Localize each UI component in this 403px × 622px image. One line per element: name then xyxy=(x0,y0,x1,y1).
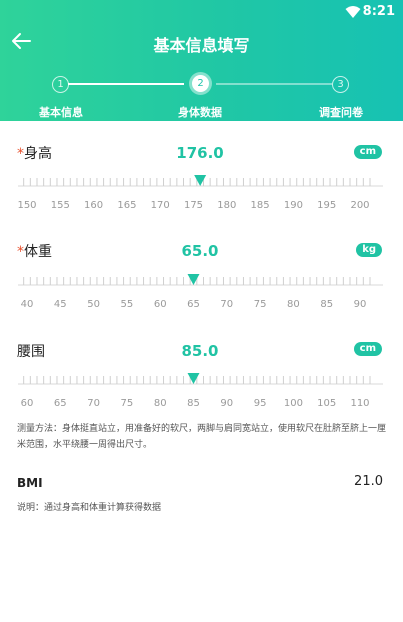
weight-ruler-label: 65 xyxy=(187,299,200,310)
height-required-star: * xyxy=(17,146,24,162)
weight-ruler-label: 70 xyxy=(220,299,233,310)
step-2-circle[interactable]: 2 xyxy=(192,75,209,92)
height-ruler-label: 200 xyxy=(350,200,369,211)
status-bar: 8:21 xyxy=(0,0,403,24)
weight-required-star: * xyxy=(17,244,24,260)
weight-ruler-label: 45 xyxy=(54,299,67,310)
waist-ruler-label: 90 xyxy=(220,398,233,409)
waist-ruler-label: 60 xyxy=(21,398,34,409)
weight-ruler-label: 50 xyxy=(87,299,100,310)
waist-value: 85.0 xyxy=(181,342,219,360)
step-1-label: 基本信息 xyxy=(39,106,83,119)
waist-ruler-label: 85 xyxy=(187,398,200,409)
weight-ruler-label: 90 xyxy=(354,299,367,310)
step-3-circle[interactable]: 3 xyxy=(332,76,349,93)
step-connector-1 xyxy=(68,83,184,85)
waist-ruler-label: 75 xyxy=(121,398,134,409)
height-ruler-label: 170 xyxy=(151,200,170,211)
step-3-label: 调查问卷 xyxy=(319,106,363,119)
height-ruler-label: 175 xyxy=(184,200,203,211)
height-ruler-label: 155 xyxy=(51,200,70,211)
status-time: 8:21 xyxy=(362,4,395,19)
waist-ruler-label: 110 xyxy=(350,398,369,409)
height-ruler-label: 185 xyxy=(251,200,270,211)
weight-ruler-label: 75 xyxy=(254,299,267,310)
weight-ruler[interactable]: 40 45 50 55 60 65 70 75 80 85 90 xyxy=(0,269,403,310)
waist-ruler-label: 70 xyxy=(87,398,100,409)
bmi-value: 21.0 xyxy=(354,474,383,489)
header-bar: 8:21 基本信息填写 1 2 3 基本信息 身体数据 调查问卷 xyxy=(0,0,403,121)
weight-unit-badge: kg xyxy=(356,243,382,257)
waist-ruler-indicator[interactable] xyxy=(187,373,200,384)
height-ruler-label: 190 xyxy=(284,200,303,211)
weight-ruler-label: 85 xyxy=(320,299,333,310)
waist-ruler-label: 65 xyxy=(54,398,67,409)
step-2-label: 身体数据 xyxy=(178,106,222,119)
weight-value: 65.0 xyxy=(181,242,219,260)
weight-ruler-label: 40 xyxy=(21,299,34,310)
height-ruler-label: 150 xyxy=(17,200,36,211)
waist-ruler-label: 105 xyxy=(317,398,336,409)
waist-ruler[interactable]: 60 65 70 75 80 85 90 95 100 105 110 xyxy=(0,368,403,409)
bmi-label: BMI xyxy=(17,476,43,490)
weight-ruler-label: 60 xyxy=(154,299,167,310)
wifi-icon xyxy=(345,6,361,18)
weight-label: *体重 xyxy=(17,241,52,261)
height-ruler-label: 180 xyxy=(217,200,236,211)
measurement-note: 测量方法：身体挺直站立，用准备好的软尺，两脚与肩同宽站立，使用软尺在肚脐至脐上一… xyxy=(17,424,387,450)
page-title: 基本信息填写 xyxy=(153,36,250,55)
bmi-description: 说明：通过身高和体重计算获得数据 xyxy=(17,503,162,513)
waist-label: 腰围 xyxy=(17,344,45,360)
waist-ruler-label: 80 xyxy=(154,398,167,409)
step-1-circle[interactable]: 1 xyxy=(52,76,69,93)
height-unit-badge: cm xyxy=(353,145,382,159)
height-value: 176.0 xyxy=(176,144,224,162)
height-label-text: 身高 xyxy=(24,146,52,162)
height-ruler-label: 195 xyxy=(317,200,336,211)
height-ruler-label: 160 xyxy=(84,200,103,211)
waist-unit-badge: cm xyxy=(353,342,382,356)
waist-ruler-label: 100 xyxy=(284,398,303,409)
weight-ruler-label: 55 xyxy=(121,299,134,310)
step-connector-2 xyxy=(216,83,332,85)
weight-ruler-indicator[interactable] xyxy=(187,274,200,285)
height-ruler-label: 165 xyxy=(117,200,136,211)
height-ruler[interactable]: 150 155 160 165 170 175 180 185 190 195 200 xyxy=(0,170,403,211)
height-ruler-indicator[interactable] xyxy=(194,175,207,186)
weight-ruler-label: 80 xyxy=(287,299,300,310)
waist-ruler-label: 95 xyxy=(254,398,267,409)
weight-label-text: 体重 xyxy=(24,244,52,260)
height-label: *身高 xyxy=(17,143,52,163)
